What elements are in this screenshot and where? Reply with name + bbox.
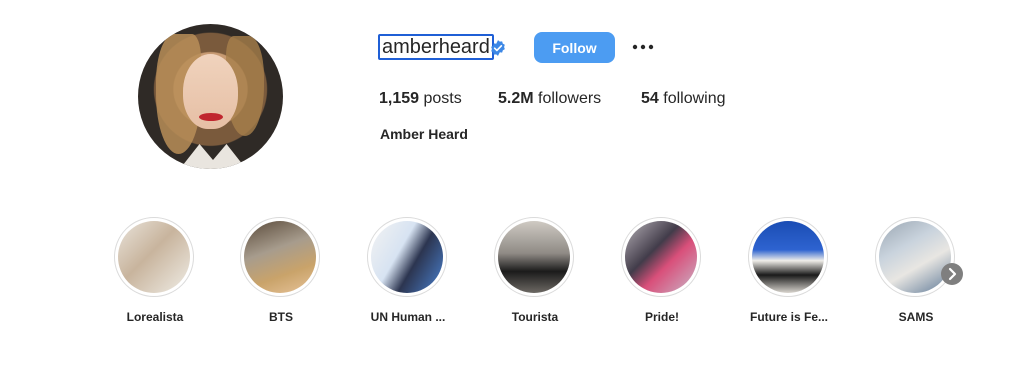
highlight-label: Lorealista [126, 310, 184, 324]
avatar-lips [199, 113, 223, 121]
stat-posts: 1,159 posts [379, 90, 462, 108]
highlight-label: Pride! [644, 310, 680, 324]
highlight-thumbnail [498, 221, 570, 293]
highlight-item[interactable]: BTS [240, 217, 322, 324]
follow-button[interactable]: Follow [534, 32, 615, 63]
followers-label: followers [538, 90, 602, 107]
highlight-ring [494, 217, 574, 297]
highlight-item[interactable]: UN Human ... [367, 217, 449, 324]
verified-badge-icon [491, 40, 505, 56]
highlight-label: SAMS [898, 310, 934, 324]
highlight-thumbnail [752, 221, 824, 293]
highlight-ring [240, 217, 320, 297]
highlight-thumbnail [244, 221, 316, 293]
highlight-ring [875, 217, 955, 297]
full-name: Amber Heard [380, 126, 468, 142]
highlight-label: UN Human ... [370, 310, 446, 324]
followers-count: 5.2M [498, 90, 534, 107]
chevron-right-icon [948, 267, 957, 281]
highlight-item[interactable]: Future is Fe... [748, 217, 830, 324]
highlight-ring [621, 217, 701, 297]
highlight-label: Future is Fe... [749, 310, 829, 324]
more-options-icon[interactable] [631, 38, 655, 56]
highlights-next-button[interactable] [941, 263, 963, 285]
posts-count: 1,159 [379, 90, 420, 107]
highlight-ring [367, 217, 447, 297]
highlight-item[interactable]: Lorealista [114, 217, 196, 324]
highlight-thumbnail [625, 221, 697, 293]
highlight-item[interactable]: Pride! [621, 217, 703, 324]
highlight-ring [748, 217, 828, 297]
following-label: following [663, 90, 726, 107]
following-count: 54 [641, 90, 659, 107]
highlight-ring [114, 217, 194, 297]
profile-avatar[interactable] [138, 24, 283, 169]
highlight-item[interactable]: Tourista [494, 217, 576, 324]
highlight-label: BTS [269, 310, 293, 324]
posts-label: posts [423, 90, 462, 107]
highlight-thumbnail [371, 221, 443, 293]
stat-followers[interactable]: 5.2M followers [498, 90, 601, 108]
highlight-thumbnail [118, 221, 190, 293]
stat-following[interactable]: 54 following [641, 90, 726, 108]
username: amberheard [378, 34, 494, 60]
highlight-item[interactable]: SAMS [875, 217, 957, 324]
highlight-label: Tourista [511, 310, 559, 324]
